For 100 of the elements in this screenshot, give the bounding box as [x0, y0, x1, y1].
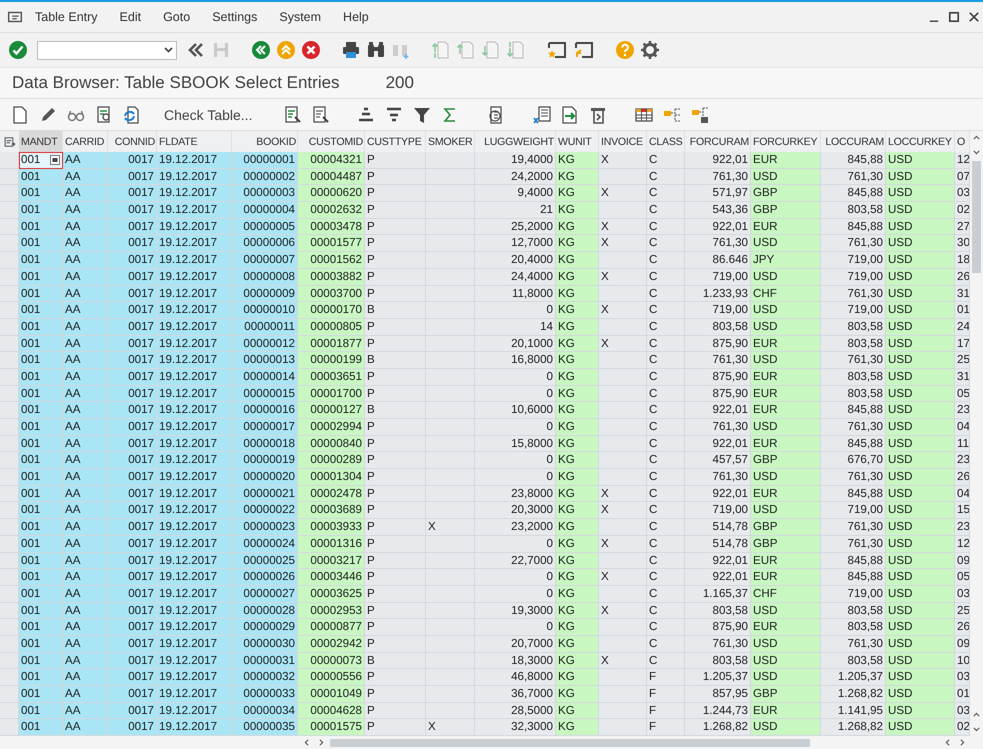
command-field[interactable] [37, 40, 177, 60]
row-selector[interactable] [0, 286, 19, 302]
row-selector[interactable] [0, 686, 19, 703]
select-all-button[interactable] [0, 131, 19, 152]
row-selector[interactable] [0, 719, 19, 736]
row-selector[interactable] [0, 185, 19, 202]
column-header[interactable]: CONNID [108, 131, 157, 152]
row-selector[interactable] [0, 602, 19, 620]
row-selector[interactable] [0, 368, 19, 386]
row-selector[interactable] [0, 336, 19, 352]
table-cell: USD [886, 386, 955, 402]
scrollbar-thumb[interactable] [330, 738, 810, 747]
table-cell: 00000127 [298, 402, 365, 419]
value-help-icon[interactable] [50, 155, 60, 165]
row-selector[interactable] [0, 402, 19, 419]
row-selector[interactable] [0, 218, 19, 236]
check-table-button[interactable]: Check Table... [158, 104, 258, 124]
column-header[interactable]: FLDATE [157, 131, 232, 152]
table-cell: CHF [751, 286, 821, 302]
column-header[interactable]: INVOICE [599, 131, 647, 152]
row-selector[interactable] [0, 486, 19, 502]
search-icon[interactable] [366, 40, 386, 60]
row-selector[interactable] [0, 252, 19, 269]
menu-item[interactable]: Settings [201, 10, 268, 24]
scrollbar-thumb[interactable] [972, 161, 981, 273]
table-cell: 922,01 [685, 486, 751, 502]
row-selector[interactable] [0, 202, 19, 219]
row-selector[interactable] [0, 419, 19, 436]
next-page-icon[interactable] [481, 40, 501, 60]
row-selector[interactable] [0, 436, 19, 452]
first-page-icon[interactable] [431, 40, 451, 60]
table-cell: 803,58 [685, 602, 751, 620]
row-selector[interactable] [0, 636, 19, 653]
column-header[interactable]: BOOKID [232, 131, 298, 152]
menu-item[interactable]: Goto [152, 10, 202, 24]
row-selector[interactable] [0, 536, 19, 552]
table-cell: 11 [955, 436, 970, 452]
row-selector[interactable] [0, 452, 19, 470]
settings-icon[interactable] [640, 40, 660, 60]
table-cell [599, 469, 647, 486]
row-selector[interactable] [0, 168, 19, 186]
menu-item[interactable]: Table Entry [24, 10, 109, 24]
row-selector[interactable] [0, 619, 19, 636]
menu-item[interactable]: Help [332, 10, 380, 24]
table-cell: 19.12.2017 [157, 452, 232, 470]
column-header[interactable]: LUGGWEIGHT [475, 131, 556, 152]
row-selector[interactable] [0, 268, 19, 286]
table-cell: 1.165,37 [685, 586, 751, 603]
column-header[interactable]: O [955, 131, 970, 152]
new-window-icon[interactable] [546, 40, 568, 60]
row-selector[interactable] [0, 552, 19, 570]
shortcut-icon[interactable] [573, 40, 595, 60]
row-selector[interactable] [0, 469, 19, 486]
row-selector[interactable] [0, 502, 19, 520]
menu-item[interactable]: Edit [108, 10, 152, 24]
column-header[interactable]: CUSTOMID [298, 131, 365, 152]
menu-item[interactable]: System [268, 10, 332, 24]
row-selector[interactable] [0, 569, 19, 586]
table-cell: 19.12.2017 [157, 569, 232, 586]
row-selector[interactable] [0, 586, 19, 603]
column-header[interactable]: CUSTTYPE [365, 131, 426, 152]
previous-page-icon[interactable] [456, 40, 476, 60]
table-cell: KG [556, 602, 599, 620]
close-icon[interactable] [967, 10, 981, 24]
table-cell [599, 436, 647, 452]
column-header[interactable]: LOCCURKEY [886, 131, 955, 152]
table-cell: 26 [955, 469, 970, 486]
table-cell: 00000556 [298, 669, 365, 686]
back-icon[interactable] [251, 40, 271, 60]
row-selector[interactable] [0, 302, 19, 319]
column-header[interactable]: CLASS [647, 131, 685, 152]
spreadsheet-icon[interactable] [532, 104, 552, 124]
exit-icon[interactable] [276, 40, 296, 60]
row-selector[interactable] [0, 352, 19, 369]
row-selector[interactable] [0, 702, 19, 720]
hierarchy-save-icon[interactable] [690, 104, 710, 124]
row-selector[interactable] [0, 669, 19, 686]
help-icon[interactable] [615, 40, 635, 60]
row-selector[interactable] [0, 235, 19, 252]
column-header[interactable]: FORCURAM [685, 131, 751, 152]
table-cell: 845,88 [821, 486, 886, 502]
column-header[interactable]: LOCCURAM [821, 131, 886, 152]
table-cell: USD [751, 469, 821, 486]
print-icon[interactable] [341, 40, 361, 60]
table-cell: AA [63, 202, 108, 219]
table-cell: 875,90 [685, 386, 751, 402]
maximize-icon[interactable] [947, 10, 961, 24]
column-header[interactable]: WUNIT [556, 131, 599, 152]
column-header[interactable]: MANDT [19, 131, 63, 152]
checkmark-icon[interactable] [8, 40, 28, 60]
row-selector[interactable] [0, 652, 19, 670]
row-selector[interactable] [0, 318, 19, 336]
table-cell: KG [556, 318, 599, 336]
column-header[interactable]: SMOKER [426, 131, 475, 152]
last-page-icon[interactable] [506, 40, 526, 60]
column-header[interactable]: CARRID [63, 131, 108, 152]
cancel-icon[interactable] [301, 40, 321, 60]
row-selector[interactable] [0, 386, 19, 402]
row-selector[interactable] [0, 519, 19, 536]
column-header[interactable]: FORCURKEY [751, 131, 821, 152]
